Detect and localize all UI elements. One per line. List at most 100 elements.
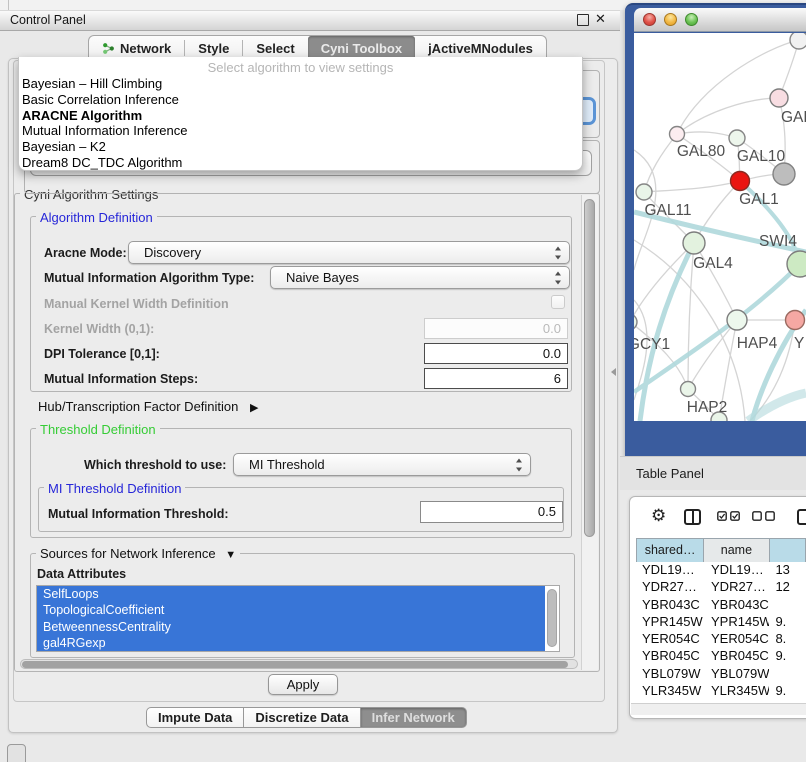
aracne-mode-select[interactable]: Discovery bbox=[128, 241, 570, 264]
panel-splitter-handle[interactable] bbox=[611, 368, 616, 376]
table-row[interactable]: YBL079WYBL079W bbox=[636, 665, 806, 682]
zoom-traffic-light-icon[interactable] bbox=[685, 13, 698, 26]
table-cell: 8. bbox=[769, 630, 806, 647]
column-header[interactable]: shared… bbox=[636, 539, 704, 562]
aracne-mode-value: Discovery bbox=[144, 245, 201, 260]
manual-kernel-label: Manual Kernel Width Definition bbox=[44, 297, 229, 311]
bottom-tab-infer-network[interactable]: Infer Network bbox=[360, 707, 467, 728]
close-traffic-light-icon[interactable] bbox=[643, 13, 656, 26]
network-graph: GALGAL80GAL10GAL1GAL11GAL4SWI4GCY1HAP4YH… bbox=[634, 33, 806, 421]
table-cell bbox=[769, 596, 806, 613]
table-row[interactable]: YDL19…YDL19…13 bbox=[636, 561, 806, 578]
algorithm-option[interactable]: Bayesian – Hill Climbing bbox=[19, 76, 582, 92]
float-window-icon[interactable] bbox=[577, 14, 589, 26]
attribute-item[interactable]: SelfLoops bbox=[37, 586, 545, 602]
table-cell: YBR045C bbox=[704, 647, 769, 664]
attribute-item[interactable]: gal4RGexp bbox=[37, 635, 545, 651]
mi-algorithm-type-select[interactable]: Naive Bayes bbox=[270, 266, 570, 289]
algorithm-dropdown-popup: Select algorithm to view settings Bayesi… bbox=[18, 57, 583, 171]
mi-steps-field[interactable]: 6 bbox=[424, 368, 568, 389]
table-row[interactable]: YDR27…YDR27…12 bbox=[636, 578, 806, 595]
algorithm-option[interactable]: Dream8 DC_TDC Algorithm bbox=[19, 155, 582, 171]
tab-label: Network bbox=[120, 41, 171, 56]
network-canvas[interactable]: GALGAL80GAL10GAL1GAL11GAL4SWI4GCY1HAP4YH… bbox=[634, 33, 806, 421]
table-row[interactable]: YLR345WYLR345W9. bbox=[636, 682, 806, 699]
checked-columns-icon[interactable] bbox=[717, 511, 740, 521]
collapsed-arrow-icon: ▶ bbox=[250, 401, 258, 414]
close-icon[interactable]: ✕ bbox=[595, 11, 606, 27]
stepper-arrows-icon bbox=[554, 271, 563, 284]
algorithm-option[interactable]: Bayesian – K2 bbox=[19, 139, 582, 155]
settings-scrollbar-thumb[interactable] bbox=[584, 199, 595, 537]
node-unnamed[interactable] bbox=[773, 163, 795, 185]
mi-threshold-field[interactable]: 0.5 bbox=[420, 501, 563, 523]
settings-hscrollbar-thumb[interactable] bbox=[22, 661, 568, 668]
node-label-GAL80: GAL80 bbox=[677, 143, 726, 160]
table-hscrollbar-track[interactable] bbox=[631, 703, 806, 715]
table-cell: YPR145W bbox=[704, 613, 769, 630]
gear-icon[interactable]: ⚙ bbox=[651, 506, 666, 526]
bottom-tab-impute-data[interactable]: Impute Data bbox=[146, 707, 244, 728]
manual-kernel-checkbox[interactable] bbox=[551, 295, 565, 309]
attribute-item[interactable]: TopologicalCoefficient bbox=[37, 602, 545, 618]
node-HAP4[interactable] bbox=[727, 310, 747, 330]
stepper-arrows-icon bbox=[554, 246, 563, 259]
attribute-item[interactable]: BetweennessCentrality bbox=[37, 619, 545, 635]
minimize-traffic-light-icon[interactable] bbox=[664, 13, 677, 26]
table-header-row: shared…name bbox=[636, 538, 806, 561]
partial-table-icon[interactable] bbox=[797, 509, 806, 525]
node-GAL11[interactable] bbox=[636, 184, 652, 200]
table-row[interactable]: YBR045CYBR045C9. bbox=[636, 647, 806, 664]
checkbox-checked-icon bbox=[730, 511, 740, 521]
node-GAL80[interactable] bbox=[670, 127, 685, 142]
expanded-arrow-icon: ▼ bbox=[225, 549, 236, 561]
node-HAP2[interactable] bbox=[681, 382, 696, 397]
kernel-width-label: Kernel Width (0,1): bbox=[44, 322, 154, 336]
attributes-scrollbar-thumb[interactable] bbox=[547, 589, 557, 647]
algorithm-option[interactable]: ARACNE Algorithm bbox=[19, 108, 582, 124]
algorithm-option[interactable]: Basic Correlation Inference bbox=[19, 92, 582, 108]
column-header[interactable] bbox=[770, 539, 806, 562]
which-threshold-select[interactable]: MI Threshold bbox=[233, 453, 531, 476]
algorithm-definition-title: Algorithm Definition bbox=[36, 210, 157, 225]
table-cell: YLR345W bbox=[704, 682, 769, 699]
node-labels-layer: GALGAL80GAL10GAL1GAL11GAL4SWI4GCY1HAP4YH… bbox=[634, 109, 806, 416]
dpi-tolerance-field[interactable]: 0.0 bbox=[424, 343, 568, 364]
table-cell: YBL079W bbox=[636, 665, 704, 682]
node-label-GAL1: GAL1 bbox=[739, 191, 779, 208]
unchecked-columns-icon[interactable] bbox=[752, 511, 775, 521]
column-header[interactable]: name bbox=[704, 539, 769, 562]
dpi-tolerance-label: DPI Tolerance [0,1]: bbox=[44, 347, 160, 361]
sources-title: Sources for Network Inference bbox=[40, 546, 216, 561]
which-threshold-label: Which threshold to use: bbox=[84, 458, 226, 472]
table-row[interactable]: YER054CYER054C8. bbox=[636, 630, 806, 647]
checkbox-empty-icon bbox=[752, 511, 762, 521]
table-cell: 12 bbox=[769, 578, 806, 595]
split-columns-icon[interactable] bbox=[684, 509, 701, 525]
apply-button[interactable]: Apply bbox=[268, 674, 338, 695]
node-GAL10[interactable] bbox=[729, 130, 745, 146]
data-attributes-list[interactable]: SelfLoopsTopologicalCoefficientBetweenne… bbox=[36, 585, 560, 652]
table-cell: 9. bbox=[769, 613, 806, 630]
mi-threshold-label: Mutual Information Threshold: bbox=[48, 507, 229, 521]
dropdown-placeholder: Select algorithm to view settings bbox=[19, 59, 582, 76]
dock-panel-icon[interactable] bbox=[7, 744, 26, 762]
node-GAL4[interactable] bbox=[683, 232, 705, 254]
table-row[interactable]: YBR043CYBR043C bbox=[636, 596, 806, 613]
node-GAL1[interactable] bbox=[731, 172, 750, 191]
algorithm-option[interactable]: Mutual Information Inference bbox=[19, 123, 582, 139]
node-unnamed[interactable] bbox=[790, 33, 806, 49]
bottom-tab-discretize-data[interactable]: Discretize Data bbox=[243, 707, 360, 728]
hub-definition-toggle[interactable]: Hub/Transcription Factor Definition ▶ bbox=[38, 399, 258, 414]
tab-label: jActiveMNodules bbox=[428, 41, 533, 56]
node-GAL[interactable] bbox=[770, 89, 788, 107]
table-cell: YER054C bbox=[704, 630, 769, 647]
node-Y[interactable] bbox=[786, 311, 805, 330]
node-SWI4[interactable] bbox=[787, 251, 806, 277]
network-window-titlebar[interactable] bbox=[634, 8, 806, 32]
sources-toggle[interactable]: Sources for Network Inference ▼ bbox=[36, 546, 240, 561]
kernel-width-field[interactable]: 0.0 bbox=[424, 318, 568, 339]
table-cell: 9. bbox=[769, 682, 806, 699]
table-cell: YBL079W bbox=[704, 665, 769, 682]
table-row[interactable]: YPR145WYPR145W9. bbox=[636, 613, 806, 630]
